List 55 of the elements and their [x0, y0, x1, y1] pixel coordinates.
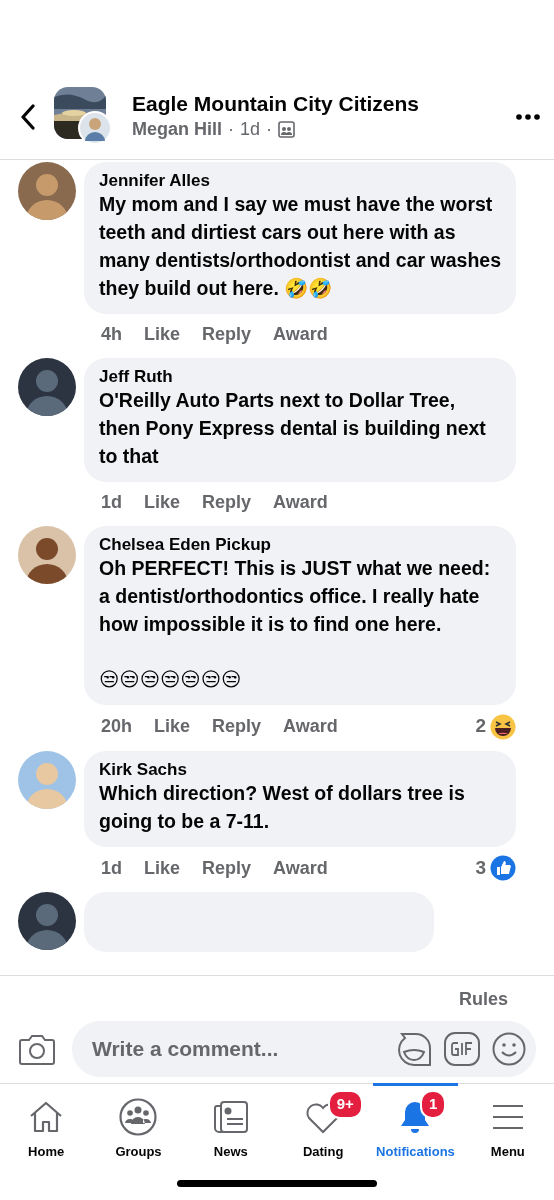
news-icon	[212, 1098, 249, 1136]
post-time: 1d	[240, 118, 261, 142]
more-options-icon[interactable]	[516, 114, 540, 120]
thumbs-up-icon	[490, 855, 516, 881]
reply-link[interactable]: Reply	[202, 320, 252, 348]
award-link[interactable]: Award	[283, 713, 338, 740]
reply-link[interactable]: Reply	[202, 488, 252, 516]
separator-dot: ·	[266, 118, 273, 142]
comment-bar[interactable]: Write a comment...	[72, 1021, 536, 1077]
reaction-count: 3	[475, 855, 486, 880]
notification-badge: 1	[420, 1090, 447, 1119]
award-link[interactable]: Award	[273, 854, 328, 882]
comment-text: Which direction? West of dollars tree is going to be a 7-11.	[99, 781, 466, 834]
avatar[interactable]	[18, 892, 76, 951]
comment-time: 1d	[101, 856, 122, 880]
emoji-icon[interactable]	[492, 1032, 526, 1066]
tab-item[interactable]: Home	[0, 1084, 93, 1190]
tab-item[interactable]: Groups	[92, 1084, 185, 1190]
comment-field[interactable]: Write a comment...	[90, 1032, 384, 1066]
award-link[interactable]: Award	[273, 488, 328, 516]
laughing-emoji-icon	[490, 713, 516, 740]
group-audience-icon	[278, 121, 296, 139]
separator-dot: ·	[228, 118, 234, 142]
gif-icon[interactable]	[444, 1032, 480, 1066]
like-link[interactable]: Like	[144, 854, 181, 882]
back-icon[interactable]	[20, 104, 36, 130]
like-link[interactable]: Like	[144, 320, 181, 348]
groups-icon	[119, 1098, 158, 1136]
comment-text: O'Reilly Auto Parts next to Dollar Tree, then Pony Express dental is building next to that	[99, 388, 487, 469]
group-name[interactable]: Eagle Mountain City Citizens	[132, 90, 498, 117]
comment-time: 20h	[101, 715, 133, 738]
rules-link[interactable]: Rules	[18, 976, 536, 1013]
comment-text: My mom and I say we must have the worst teeth and dirtiest cars out here with as many dentists/orthodontist and car washes they build out here. 🤣🤣	[99, 192, 501, 301]
like-link[interactable]: Like	[144, 488, 181, 516]
tab-item[interactable]: Menu	[461, 1084, 554, 1190]
notification-badge: 9+	[327, 1090, 363, 1119]
tab-item[interactable]: Notifications 1	[369, 1084, 462, 1190]
comment-time: 1d	[101, 490, 122, 514]
award-link[interactable]: Award	[273, 320, 328, 348]
commenter-name[interactable]: Jennifer Alles	[99, 170, 501, 192]
author-name[interactable]: Megan Hill	[132, 116, 222, 144]
commenter-name[interactable]: Jeff Ruth	[99, 365, 501, 387]
reaction-count: 2	[475, 714, 486, 739]
reply-link[interactable]: Reply	[212, 713, 262, 740]
avatar	[78, 111, 112, 145]
sticker-icon[interactable]	[396, 1031, 432, 1067]
reply-link[interactable]: Reply	[202, 854, 252, 882]
tab-item[interactable]: News	[184, 1084, 277, 1190]
commenter-name[interactable]: Kirk Sachs	[99, 758, 501, 780]
avatar[interactable]	[18, 357, 76, 416]
like-link[interactable]: Like	[154, 713, 191, 740]
comment-time: 4h	[101, 322, 122, 346]
camera-icon[interactable]	[18, 1032, 56, 1066]
comment-text: Oh PERFECT! This is JUST what we need: a dentist/orthodontics office. I really hate how impossible it is to find one here. 😒😒😒😒😒😒😒	[99, 555, 492, 693]
commenter-name[interactable]: Chelsea Eden Pickup	[99, 533, 501, 555]
